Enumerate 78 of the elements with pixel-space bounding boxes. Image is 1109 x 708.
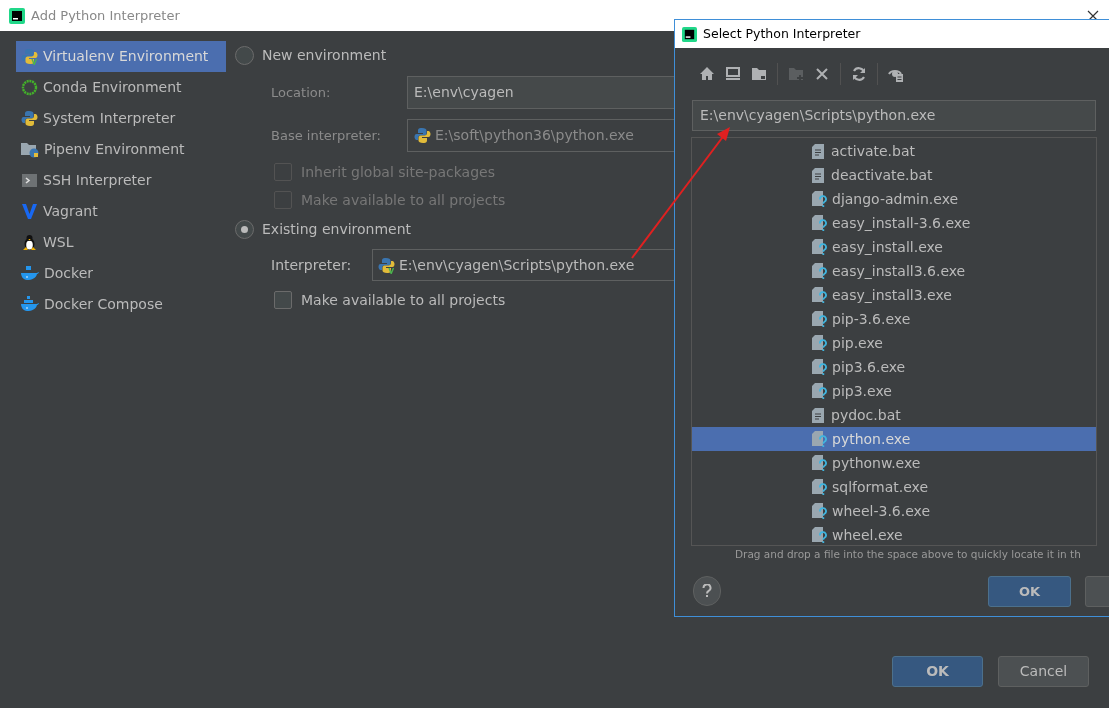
checkbox-label: Inherit global site-packages — [301, 162, 495, 182]
unknown-file-icon — [811, 382, 827, 400]
sidebar-item[interactable]: Conda Environment — [16, 72, 226, 103]
unknown-file-icon — [811, 502, 827, 520]
penguin-icon — [21, 234, 38, 251]
field-label: Base interpreter: — [270, 126, 382, 145]
unknown-file-icon — [811, 310, 827, 328]
unknown-file-icon — [811, 214, 827, 232]
ring-icon — [21, 79, 38, 96]
file-item[interactable]: pythonw.exe — [692, 451, 1096, 475]
unknown-file-icon — [811, 478, 827, 496]
unknown-file-icon — [811, 454, 827, 472]
sidebar-item[interactable]: SSH Interpreter — [16, 165, 226, 196]
checkbox-label: Make available to all projects — [301, 290, 506, 310]
cancel-button[interactable]: Cancel — [998, 656, 1089, 687]
file-item[interactable]: easy_install-3.6.exe — [692, 211, 1096, 235]
unknown-file-icon — [811, 238, 827, 256]
radio-label: New environment — [262, 45, 387, 65]
whale-icon — [21, 265, 39, 282]
unknown-file-icon — [811, 358, 827, 376]
window-title: Add Python Interpreter — [31, 6, 180, 25]
help-button[interactable] — [693, 576, 721, 607]
unknown-file-icon — [811, 262, 827, 280]
hint-text: Drag and drop a file into the space above to quickly locate it in th — [735, 547, 1082, 562]
sidebar-item[interactable]: WSL — [16, 227, 226, 258]
file-item[interactable]: pip3.6.exe — [692, 355, 1096, 379]
app-logo-icon — [9, 7, 25, 24]
path-field[interactable]: E:\env\cyagen\Scripts\python.exe — [692, 100, 1096, 131]
file-item[interactable]: pip.exe — [692, 331, 1096, 355]
unknown-file-icon — [811, 334, 827, 352]
folder-python-icon — [21, 141, 39, 158]
terminal-icon — [21, 172, 38, 189]
file-item[interactable]: easy_install3.exe — [692, 283, 1096, 307]
unknown-file-icon — [811, 430, 827, 448]
monitor-icon[interactable] — [725, 66, 741, 82]
app-logo-icon — [682, 26, 697, 42]
file-item[interactable]: pydoc.bat — [692, 403, 1096, 427]
text-file-icon — [811, 142, 826, 160]
ok-button[interactable]: OK — [987, 575, 1072, 607]
file-item[interactable]: django-admin.exe — [692, 187, 1096, 211]
radio-label: Existing environment — [262, 219, 412, 239]
sidebar-item[interactable]: Docker — [16, 258, 226, 289]
python-icon — [21, 48, 38, 65]
text-file-icon — [811, 166, 826, 184]
ok-button[interactable]: OK — [892, 656, 983, 687]
python-icon — [21, 110, 38, 127]
folder-icon[interactable] — [751, 66, 767, 82]
file-item[interactable]: python.exe — [692, 427, 1096, 451]
home-icon[interactable] — [699, 66, 715, 82]
radio-button[interactable] — [235, 219, 254, 239]
checkbox[interactable] — [274, 291, 292, 309]
sidebar-item[interactable]: Pipenv Environment — [16, 134, 226, 165]
file-item[interactable]: deactivate.bat — [692, 163, 1096, 187]
whale-icon — [21, 296, 39, 313]
dialog-title: Select Python Interpreter — [703, 24, 861, 43]
field-label: Location: — [270, 83, 332, 102]
python-icon — [378, 256, 395, 274]
file-item[interactable]: wheel.exe — [692, 523, 1096, 545]
refresh-icon[interactable] — [851, 66, 867, 82]
text-file-icon — [811, 406, 826, 424]
close-icon[interactable] — [1087, 9, 1099, 22]
file-item[interactable]: wheel-3.6.exe — [692, 499, 1096, 523]
field-label: Interpreter: — [270, 255, 353, 275]
file-item[interactable]: pip-3.6.exe — [692, 307, 1096, 331]
python-icon — [414, 127, 431, 144]
checkbox-label: Make available to all projects — [301, 190, 506, 210]
sidebar-item[interactable]: Vagrant — [16, 196, 226, 227]
radio-button[interactable] — [235, 45, 254, 65]
unknown-file-icon — [811, 286, 827, 304]
file-item[interactable]: sqlformat.exe — [692, 475, 1096, 499]
v-logo-icon — [21, 203, 38, 220]
sidebar-item[interactable]: System Interpreter — [16, 103, 226, 134]
sidebar-item[interactable]: Docker Compose — [16, 289, 226, 320]
file-item[interactable]: pip3.exe — [692, 379, 1096, 403]
help-icon — [701, 584, 712, 599]
unknown-file-icon — [811, 190, 827, 208]
unknown-file-icon — [811, 526, 827, 544]
sidebar-item[interactable]: Virtualenv Environment — [16, 41, 226, 72]
